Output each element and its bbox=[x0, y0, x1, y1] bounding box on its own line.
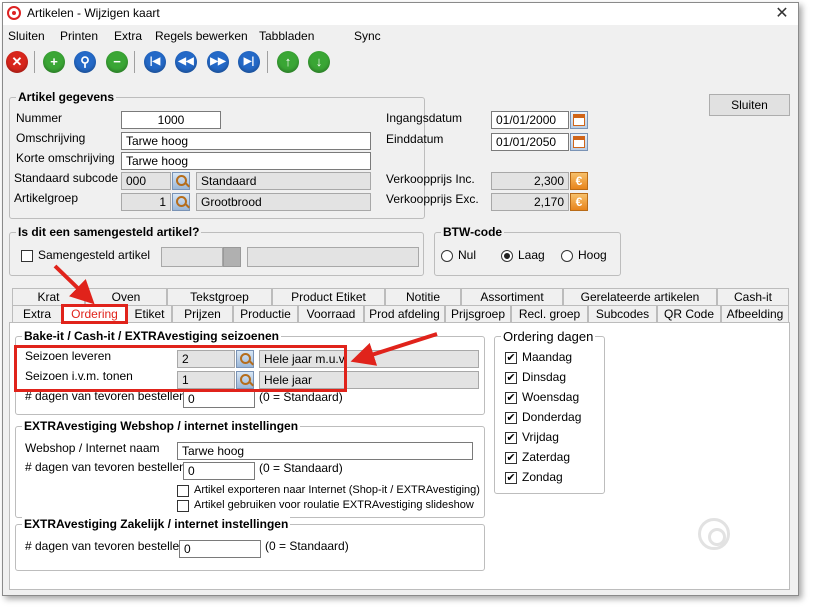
arrow-to-seizoenen bbox=[350, 332, 438, 366]
arrow-to-ordering-tab bbox=[53, 264, 95, 305]
annotation-arrows bbox=[53, 264, 438, 366]
